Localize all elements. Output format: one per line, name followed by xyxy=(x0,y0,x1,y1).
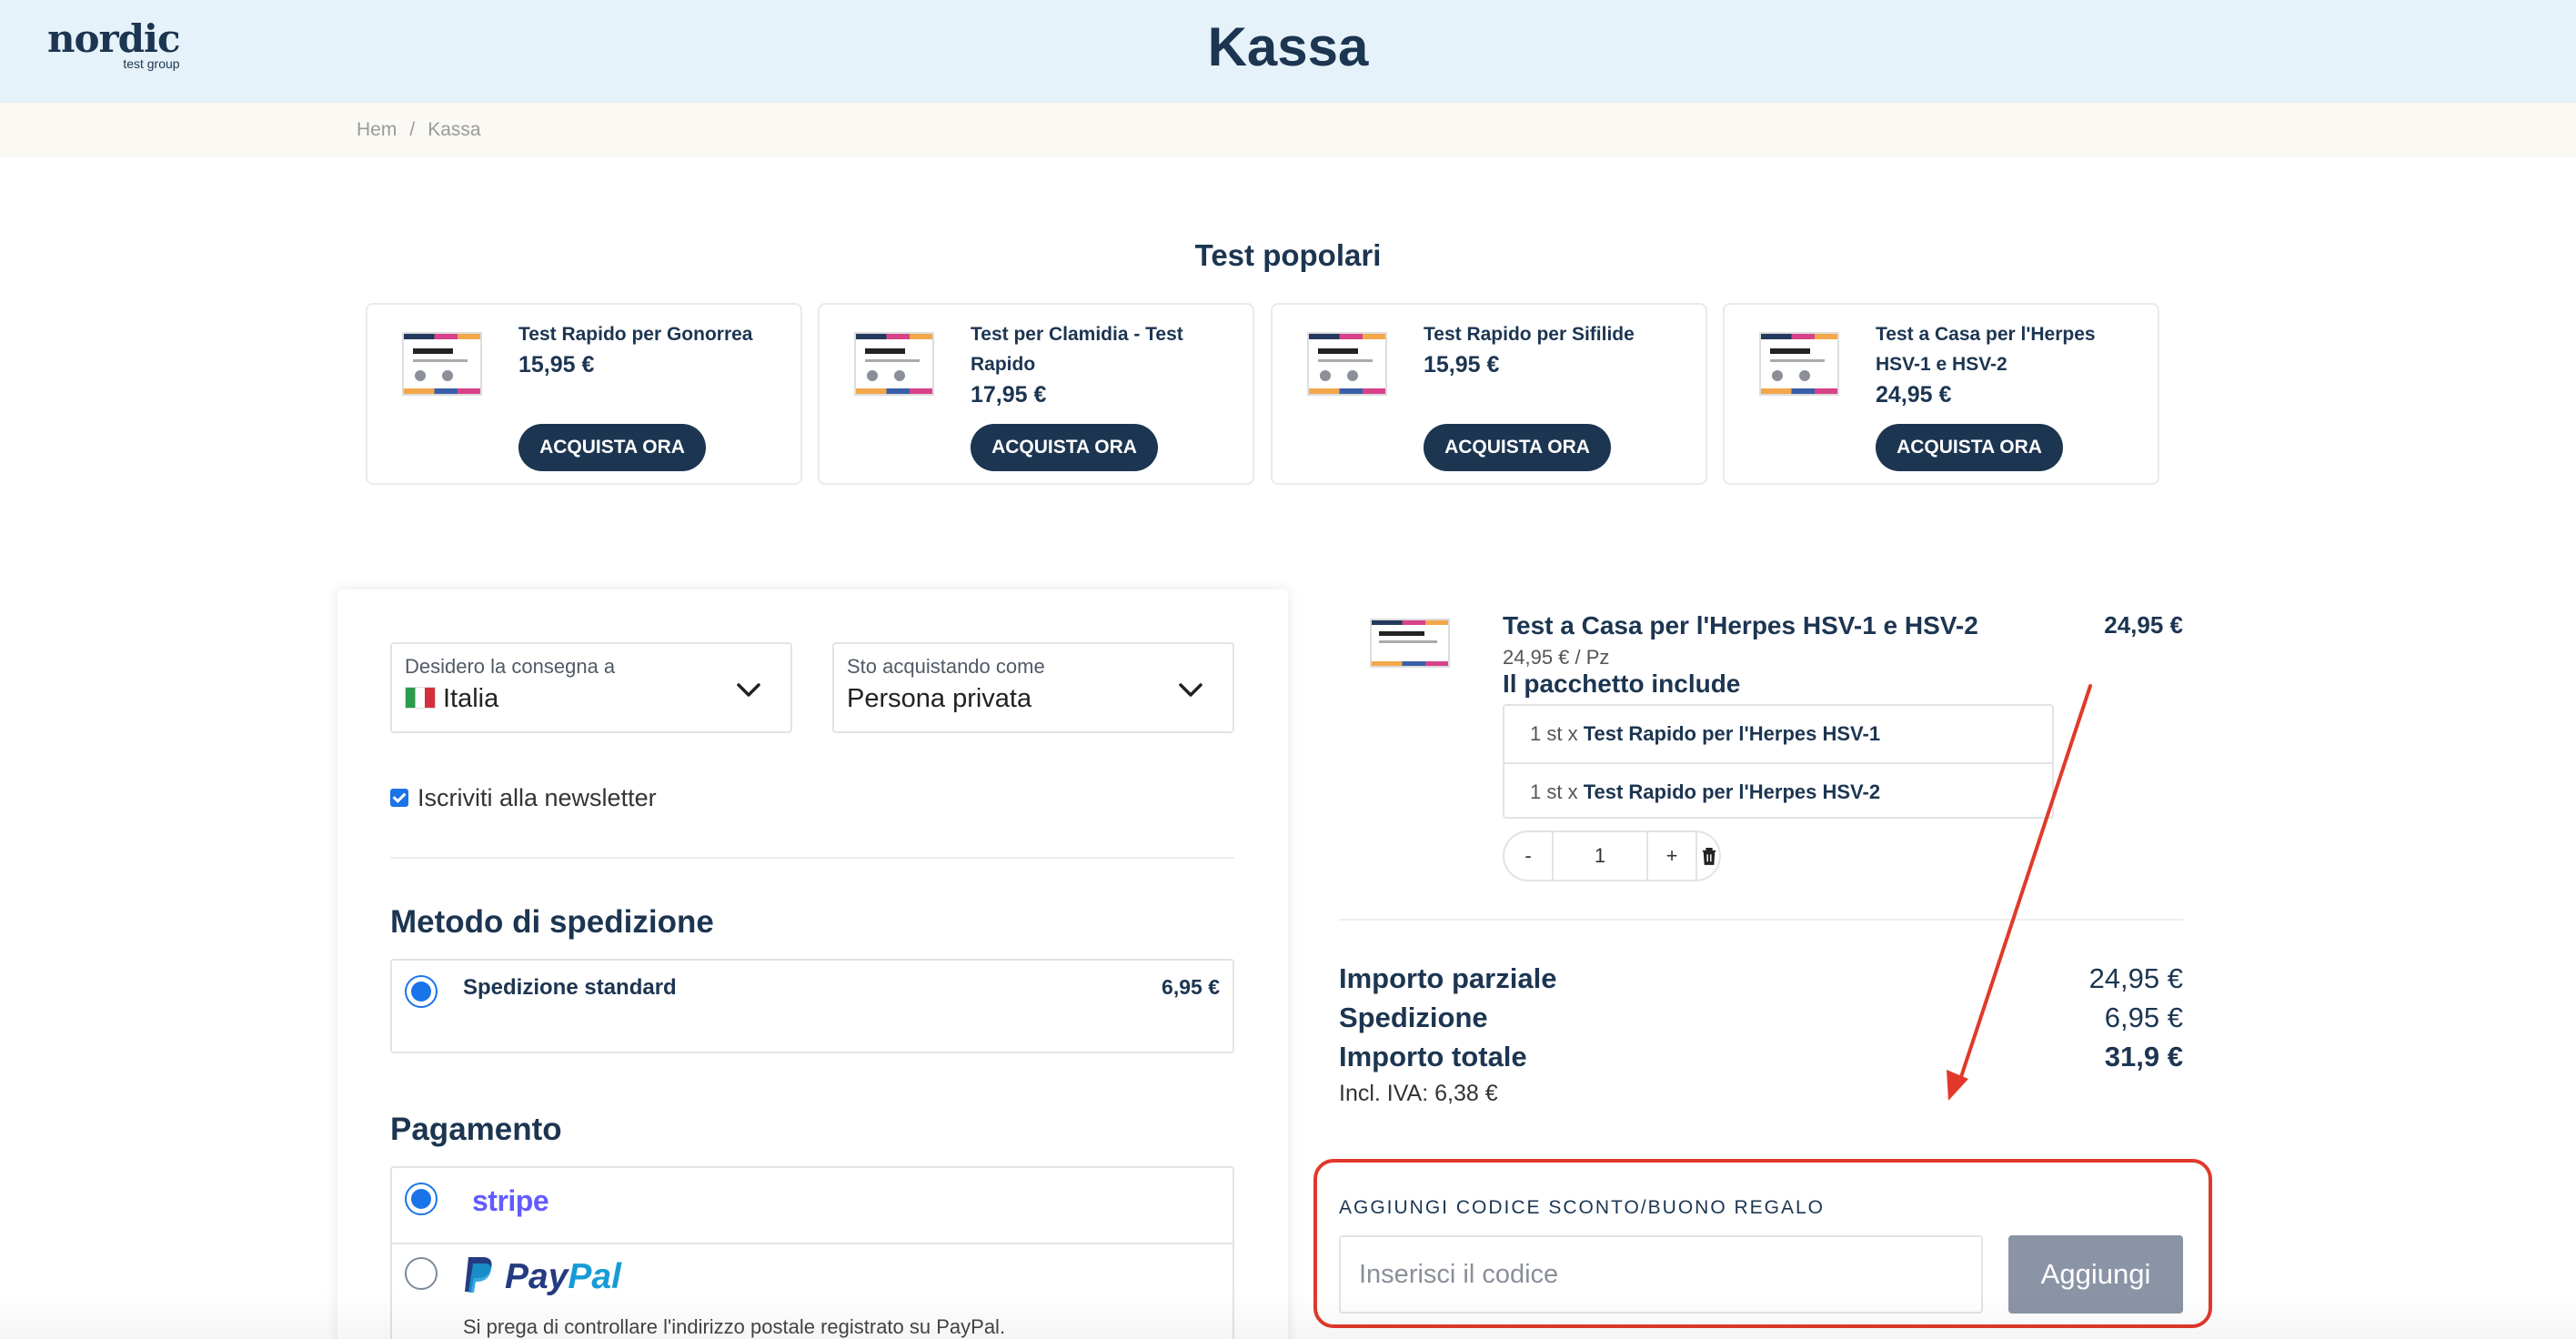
stripe-radio[interactable] xyxy=(405,1183,438,1215)
shipping-label: Spedizione xyxy=(1339,1002,1488,1033)
product-name[interactable]: Test a Casa per l'Herpes HSV-1 e HSV-2 2… xyxy=(1876,319,2139,410)
product-image[interactable] xyxy=(1759,332,1839,396)
quantity-decrease-button[interactable]: - xyxy=(1504,832,1552,880)
buyer-type-label: Sto acquistando come xyxy=(847,655,1045,678)
product-image[interactable] xyxy=(854,332,934,396)
paypal-note: Si prega di controllare l'indirizzo post… xyxy=(463,1315,1006,1338)
shipping-option[interactable]: Spedizione standard 6,95 € xyxy=(390,959,1234,1053)
product-card[interactable]: Test per Clamidia - Test Rapido 17,95 € … xyxy=(818,303,1254,485)
shipping-method-title: Metodo di spedizione xyxy=(390,904,714,940)
quantity-stepper: - 1 + xyxy=(1503,831,1721,881)
checkout-form-panel: Desidero la consegna a Italia Sto acquis… xyxy=(337,589,1288,1339)
buyer-type-select[interactable]: Sto acquistando come Persona privata xyxy=(832,642,1234,733)
paypal-icon xyxy=(465,1257,492,1293)
breadcrumb-home[interactable]: Hem xyxy=(357,119,397,141)
paypal-logo[interactable]: PayPal xyxy=(463,1255,621,1297)
cart-item-price: 24,95 € xyxy=(2104,611,2183,639)
delete-item-button[interactable] xyxy=(1697,832,1721,880)
breadcrumb-separator: / xyxy=(409,119,416,140)
divider xyxy=(390,857,1234,859)
discount-code-input[interactable] xyxy=(1339,1235,1983,1314)
chevron-down-icon xyxy=(737,683,760,697)
product-price: 24,95 € xyxy=(1876,382,1952,408)
product-price: 15,95 € xyxy=(518,352,595,378)
shipping-option-price: 6,95 € xyxy=(1162,975,1220,999)
buy-now-button[interactable]: ACQUISTA ORA xyxy=(1424,424,1611,471)
newsletter-option[interactable]: Iscriviti alla newsletter xyxy=(390,784,657,812)
package-includes-title: Il pacchetto include xyxy=(1503,670,1741,698)
breadcrumb: Hem / Kassa xyxy=(357,119,481,141)
shipping-option-name: Spedizione standard xyxy=(463,975,677,1000)
quantity-value[interactable]: 1 xyxy=(1554,832,1646,880)
newsletter-checkbox[interactable] xyxy=(390,789,408,807)
site-header: nordic test group Kassa xyxy=(0,0,2576,103)
product-image[interactable] xyxy=(1307,332,1387,396)
cart-item-unit-price: 24,95 € / Pz xyxy=(1503,646,1610,669)
payment-option-stripe[interactable]: stripe xyxy=(392,1168,1233,1244)
trash-icon xyxy=(1702,848,1716,865)
product-card[interactable]: Test Rapido per Gonorrea 15,95 € ACQUIST… xyxy=(366,303,802,485)
product-name[interactable]: Test per Clamidia - Test Rapido 17,95 € xyxy=(971,319,1234,410)
product-name[interactable]: Test Rapido per Sifilide 15,95 € xyxy=(1424,319,1687,380)
buy-now-button[interactable]: ACQUISTA ORA xyxy=(971,424,1158,471)
buy-now-button[interactable]: ACQUISTA ORA xyxy=(1876,424,2063,471)
breadcrumb-bar: Hem / Kassa xyxy=(0,103,2576,157)
newsletter-label: Iscriviti alla newsletter xyxy=(418,784,657,811)
payment-title: Pagamento xyxy=(390,1112,562,1147)
payment-options: stripe PayPal Si prega di controllare l'… xyxy=(390,1166,1234,1339)
buyer-type-value: Persona privata xyxy=(847,684,1032,713)
country-select-value: Italia xyxy=(405,684,498,714)
product-image[interactable] xyxy=(402,332,482,396)
italy-flag-icon xyxy=(405,687,436,709)
apply-discount-button[interactable]: Aggiungi xyxy=(2008,1235,2183,1314)
annotation-arrow-icon xyxy=(1947,684,2092,1101)
product-card[interactable]: Test Rapido per Sifilide 15,95 € ACQUIST… xyxy=(1271,303,1707,485)
product-card[interactable]: Test a Casa per l'Herpes HSV-1 e HSV-2 2… xyxy=(1723,303,2159,485)
stripe-logo: stripe xyxy=(472,1184,549,1217)
popular-tests-title: Test popolari xyxy=(1194,238,1382,272)
discount-label: AGGIUNGI CODICE SCONTO/BUONO REGALO xyxy=(1339,1197,1826,1218)
quantity-increase-button[interactable]: + xyxy=(1648,832,1696,880)
vat-note: Incl. IVA: 6,38 € xyxy=(1339,1081,1498,1106)
product-name[interactable]: Test Rapido per Gonorrea 15,95 € xyxy=(518,319,782,380)
product-price: 15,95 € xyxy=(1424,352,1500,378)
country-select[interactable]: Desidero la consegna a Italia xyxy=(390,642,792,733)
cart-item-image xyxy=(1370,619,1450,668)
cart-item-title: Test a Casa per l'Herpes HSV-1 e HSV-2 xyxy=(1503,611,1978,639)
country-select-label: Desidero la consegna a xyxy=(405,655,616,678)
total-label: Importo totale xyxy=(1339,1041,1527,1072)
subtotal-label: Importo parziale xyxy=(1339,962,1557,994)
breadcrumb-current: Kassa xyxy=(428,119,481,140)
paypal-radio[interactable] xyxy=(405,1257,438,1290)
page-title: Kassa xyxy=(1207,16,1369,77)
product-price: 17,95 € xyxy=(971,382,1047,408)
buy-now-button[interactable]: ACQUISTA ORA xyxy=(518,424,706,471)
chevron-down-icon xyxy=(1179,683,1202,697)
shipping-radio[interactable] xyxy=(405,975,438,1008)
